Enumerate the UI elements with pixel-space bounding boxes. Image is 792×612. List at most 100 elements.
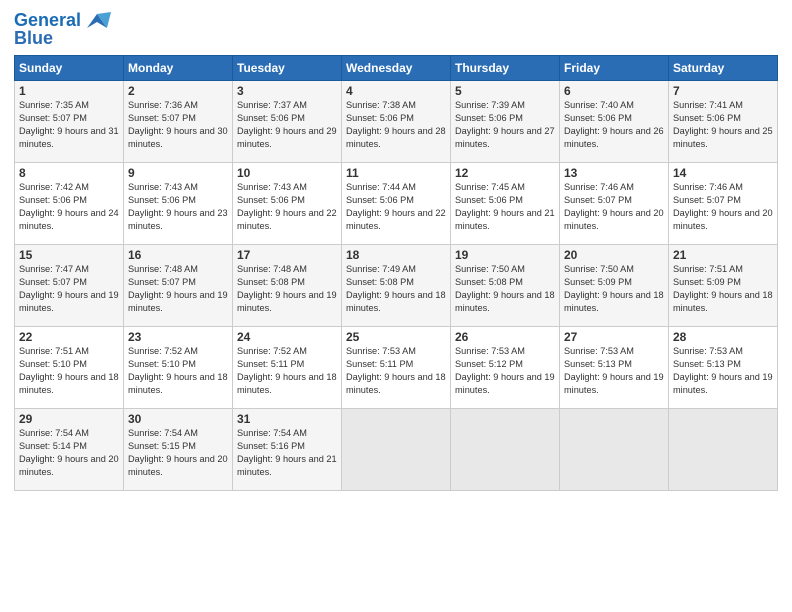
calendar-cell: 13Sunrise: 7:46 AMSunset: 5:07 PMDayligh… — [560, 163, 669, 245]
day-info: Sunrise: 7:53 AMSunset: 5:13 PMDaylight:… — [564, 345, 664, 397]
calendar-cell: 14Sunrise: 7:46 AMSunset: 5:07 PMDayligh… — [669, 163, 778, 245]
day-info: Sunrise: 7:51 AMSunset: 5:10 PMDaylight:… — [19, 345, 119, 397]
day-number: 2 — [128, 84, 228, 98]
calendar-cell: 28Sunrise: 7:53 AMSunset: 5:13 PMDayligh… — [669, 327, 778, 409]
day-info: Sunrise: 7:45 AMSunset: 5:06 PMDaylight:… — [455, 181, 555, 233]
calendar-cell: 19Sunrise: 7:50 AMSunset: 5:08 PMDayligh… — [451, 245, 560, 327]
calendar-cell: 1Sunrise: 7:35 AMSunset: 5:07 PMDaylight… — [15, 81, 124, 163]
day-number: 14 — [673, 166, 773, 180]
logo: General Blue — [14, 10, 111, 49]
day-number: 28 — [673, 330, 773, 344]
day-number: 10 — [237, 166, 337, 180]
calendar-header-row: SundayMondayTuesdayWednesdayThursdayFrid… — [15, 56, 778, 81]
day-number: 18 — [346, 248, 446, 262]
day-number: 6 — [564, 84, 664, 98]
calendar-week-row: 29Sunrise: 7:54 AMSunset: 5:14 PMDayligh… — [15, 409, 778, 491]
day-number: 13 — [564, 166, 664, 180]
calendar-cell: 11Sunrise: 7:44 AMSunset: 5:06 PMDayligh… — [342, 163, 451, 245]
day-number: 22 — [19, 330, 119, 344]
calendar-cell: 31Sunrise: 7:54 AMSunset: 5:16 PMDayligh… — [233, 409, 342, 491]
day-info: Sunrise: 7:53 AMSunset: 5:13 PMDaylight:… — [673, 345, 773, 397]
day-number: 31 — [237, 412, 337, 426]
day-info: Sunrise: 7:49 AMSunset: 5:08 PMDaylight:… — [346, 263, 446, 315]
calendar-table: SundayMondayTuesdayWednesdayThursdayFrid… — [14, 55, 778, 491]
calendar-cell: 27Sunrise: 7:53 AMSunset: 5:13 PMDayligh… — [560, 327, 669, 409]
calendar-cell: 25Sunrise: 7:53 AMSunset: 5:11 PMDayligh… — [342, 327, 451, 409]
day-info: Sunrise: 7:54 AMSunset: 5:14 PMDaylight:… — [19, 427, 119, 479]
weekday-header: Tuesday — [233, 56, 342, 81]
calendar-cell: 22Sunrise: 7:51 AMSunset: 5:10 PMDayligh… — [15, 327, 124, 409]
calendar-cell: 17Sunrise: 7:48 AMSunset: 5:08 PMDayligh… — [233, 245, 342, 327]
weekday-header: Sunday — [15, 56, 124, 81]
calendar-cell: 24Sunrise: 7:52 AMSunset: 5:11 PMDayligh… — [233, 327, 342, 409]
day-info: Sunrise: 7:51 AMSunset: 5:09 PMDaylight:… — [673, 263, 773, 315]
calendar-cell: 2Sunrise: 7:36 AMSunset: 5:07 PMDaylight… — [124, 81, 233, 163]
day-number: 12 — [455, 166, 555, 180]
calendar-cell: 3Sunrise: 7:37 AMSunset: 5:06 PMDaylight… — [233, 81, 342, 163]
calendar-cell: 15Sunrise: 7:47 AMSunset: 5:07 PMDayligh… — [15, 245, 124, 327]
day-info: Sunrise: 7:54 AMSunset: 5:15 PMDaylight:… — [128, 427, 228, 479]
day-info: Sunrise: 7:38 AMSunset: 5:06 PMDaylight:… — [346, 99, 446, 151]
day-number: 8 — [19, 166, 119, 180]
calendar-cell: 16Sunrise: 7:48 AMSunset: 5:07 PMDayligh… — [124, 245, 233, 327]
calendar-cell: 30Sunrise: 7:54 AMSunset: 5:15 PMDayligh… — [124, 409, 233, 491]
day-number: 30 — [128, 412, 228, 426]
day-info: Sunrise: 7:44 AMSunset: 5:06 PMDaylight:… — [346, 181, 446, 233]
weekday-header: Friday — [560, 56, 669, 81]
day-info: Sunrise: 7:50 AMSunset: 5:08 PMDaylight:… — [455, 263, 555, 315]
day-info: Sunrise: 7:53 AMSunset: 5:11 PMDaylight:… — [346, 345, 446, 397]
weekday-header: Wednesday — [342, 56, 451, 81]
day-number: 5 — [455, 84, 555, 98]
calendar-week-row: 1Sunrise: 7:35 AMSunset: 5:07 PMDaylight… — [15, 81, 778, 163]
day-number: 25 — [346, 330, 446, 344]
day-info: Sunrise: 7:37 AMSunset: 5:06 PMDaylight:… — [237, 99, 337, 151]
calendar-week-row: 15Sunrise: 7:47 AMSunset: 5:07 PMDayligh… — [15, 245, 778, 327]
calendar-cell: 20Sunrise: 7:50 AMSunset: 5:09 PMDayligh… — [560, 245, 669, 327]
day-number: 24 — [237, 330, 337, 344]
calendar-cell — [669, 409, 778, 491]
calendar-week-row: 22Sunrise: 7:51 AMSunset: 5:10 PMDayligh… — [15, 327, 778, 409]
day-info: Sunrise: 7:48 AMSunset: 5:07 PMDaylight:… — [128, 263, 228, 315]
calendar-cell — [451, 409, 560, 491]
day-info: Sunrise: 7:50 AMSunset: 5:09 PMDaylight:… — [564, 263, 664, 315]
calendar-cell: 21Sunrise: 7:51 AMSunset: 5:09 PMDayligh… — [669, 245, 778, 327]
calendar-week-row: 8Sunrise: 7:42 AMSunset: 5:06 PMDaylight… — [15, 163, 778, 245]
logo-bird-icon — [83, 10, 111, 32]
day-number: 29 — [19, 412, 119, 426]
day-info: Sunrise: 7:43 AMSunset: 5:06 PMDaylight:… — [128, 181, 228, 233]
calendar-cell: 9Sunrise: 7:43 AMSunset: 5:06 PMDaylight… — [124, 163, 233, 245]
day-number: 16 — [128, 248, 228, 262]
day-number: 3 — [237, 84, 337, 98]
day-number: 4 — [346, 84, 446, 98]
day-number: 15 — [19, 248, 119, 262]
day-info: Sunrise: 7:41 AMSunset: 5:06 PMDaylight:… — [673, 99, 773, 151]
calendar-cell: 29Sunrise: 7:54 AMSunset: 5:14 PMDayligh… — [15, 409, 124, 491]
weekday-header: Thursday — [451, 56, 560, 81]
day-info: Sunrise: 7:40 AMSunset: 5:06 PMDaylight:… — [564, 99, 664, 151]
weekday-header: Monday — [124, 56, 233, 81]
calendar-cell: 7Sunrise: 7:41 AMSunset: 5:06 PMDaylight… — [669, 81, 778, 163]
day-number: 20 — [564, 248, 664, 262]
day-info: Sunrise: 7:39 AMSunset: 5:06 PMDaylight:… — [455, 99, 555, 151]
day-number: 11 — [346, 166, 446, 180]
calendar-cell: 26Sunrise: 7:53 AMSunset: 5:12 PMDayligh… — [451, 327, 560, 409]
day-info: Sunrise: 7:54 AMSunset: 5:16 PMDaylight:… — [237, 427, 337, 479]
calendar-cell: 18Sunrise: 7:49 AMSunset: 5:08 PMDayligh… — [342, 245, 451, 327]
calendar-cell: 23Sunrise: 7:52 AMSunset: 5:10 PMDayligh… — [124, 327, 233, 409]
day-info: Sunrise: 7:46 AMSunset: 5:07 PMDaylight:… — [564, 181, 664, 233]
day-info: Sunrise: 7:35 AMSunset: 5:07 PMDaylight:… — [19, 99, 119, 151]
calendar-cell — [560, 409, 669, 491]
calendar-cell: 8Sunrise: 7:42 AMSunset: 5:06 PMDaylight… — [15, 163, 124, 245]
calendar-cell: 12Sunrise: 7:45 AMSunset: 5:06 PMDayligh… — [451, 163, 560, 245]
weekday-header: Saturday — [669, 56, 778, 81]
page-container: General Blue SundayMondayTuesdayWednesda… — [0, 0, 792, 499]
day-info: Sunrise: 7:47 AMSunset: 5:07 PMDaylight:… — [19, 263, 119, 315]
day-number: 19 — [455, 248, 555, 262]
page-header: General Blue — [14, 10, 778, 49]
calendar-cell: 5Sunrise: 7:39 AMSunset: 5:06 PMDaylight… — [451, 81, 560, 163]
day-info: Sunrise: 7:52 AMSunset: 5:11 PMDaylight:… — [237, 345, 337, 397]
day-number: 23 — [128, 330, 228, 344]
day-number: 1 — [19, 84, 119, 98]
day-number: 9 — [128, 166, 228, 180]
day-info: Sunrise: 7:42 AMSunset: 5:06 PMDaylight:… — [19, 181, 119, 233]
